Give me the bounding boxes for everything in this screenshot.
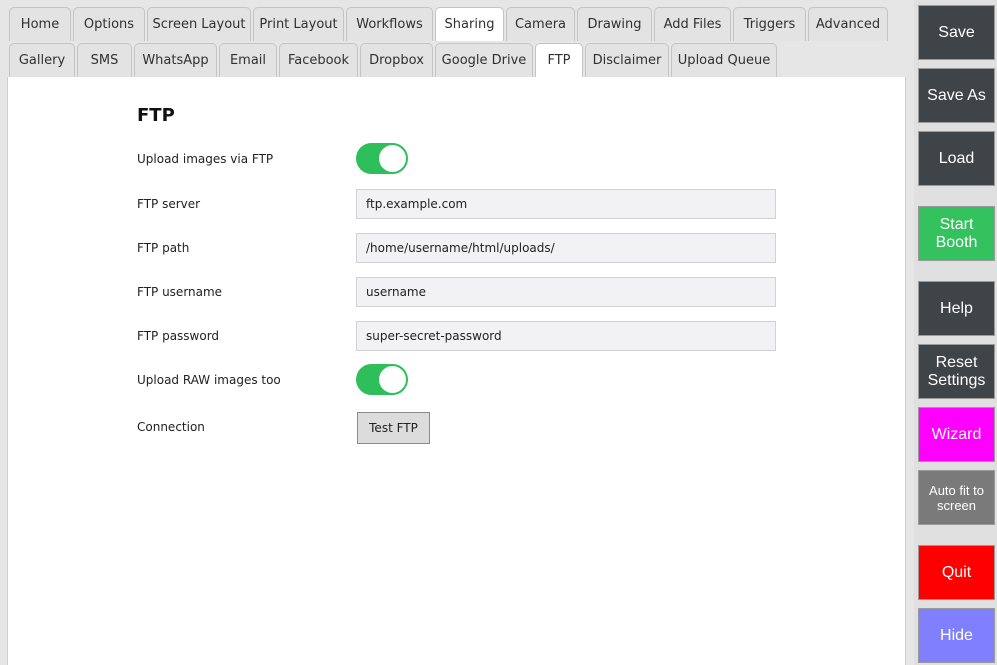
ftp-path-label: FTP path — [137, 241, 190, 255]
hide-button[interactable]: Hide — [918, 608, 995, 663]
action-sidebar: Save Save As Load Start Booth Help Reset… — [914, 0, 997, 665]
tab-options[interactable]: Options — [73, 7, 145, 41]
sharing-subtab-bar: Gallery SMS WhatsApp Email Facebook Drop… — [9, 43, 779, 77]
tab-sharing[interactable]: Sharing — [435, 7, 504, 41]
ftp-server-input[interactable] — [356, 189, 776, 219]
upload-raw-label: Upload RAW images too — [137, 373, 281, 387]
tab-triggers[interactable]: Triggers — [733, 7, 806, 41]
tab-home[interactable]: Home — [9, 7, 71, 41]
connection-label: Connection — [137, 420, 205, 434]
load-button[interactable]: Load — [918, 131, 995, 186]
app-window: Home Options Screen Layout Print Layout … — [0, 0, 997, 665]
subtab-upload-queue[interactable]: Upload Queue — [671, 43, 777, 77]
quit-button[interactable]: Quit — [918, 545, 995, 600]
subtab-ftp[interactable]: FTP — [535, 43, 583, 77]
tab-drawing[interactable]: Drawing — [577, 7, 652, 41]
ftp-password-label: FTP password — [137, 329, 220, 343]
tab-advanced[interactable]: Advanced — [808, 7, 888, 41]
start-booth-button[interactable]: Start Booth — [918, 206, 995, 261]
subtab-facebook[interactable]: Facebook — [279, 43, 358, 77]
ftp-password-input[interactable] — [356, 321, 776, 351]
upload-images-label: Upload images via FTP — [137, 152, 274, 166]
subtab-disclaimer[interactable]: Disclaimer — [585, 43, 669, 77]
upload-images-toggle[interactable] — [356, 143, 408, 174]
main-tab-bar: Home Options Screen Layout Print Layout … — [9, 7, 890, 41]
tab-camera[interactable]: Camera — [506, 7, 575, 41]
toggle-knob — [379, 366, 406, 393]
subtab-whatsapp[interactable]: WhatsApp — [134, 43, 217, 77]
test-ftp-button[interactable]: Test FTP — [357, 412, 430, 444]
ftp-username-label: FTP username — [137, 285, 223, 299]
toggle-knob — [379, 145, 406, 172]
tab-add-files[interactable]: Add Files — [654, 7, 731, 41]
save-as-button[interactable]: Save As — [918, 68, 995, 123]
ftp-path-input[interactable] — [356, 233, 776, 263]
section-title: FTP — [137, 105, 175, 126]
subtab-dropbox[interactable]: Dropbox — [360, 43, 433, 77]
settings-panel: Home Options Screen Layout Print Layout … — [0, 0, 914, 665]
tab-workflows[interactable]: Workflows — [346, 7, 433, 41]
tab-print-layout[interactable]: Print Layout — [253, 7, 344, 41]
ftp-server-label: FTP server — [137, 197, 201, 211]
subtab-gallery[interactable]: Gallery — [9, 43, 75, 77]
upload-raw-toggle[interactable] — [356, 364, 408, 395]
wizard-button[interactable]: Wizard — [918, 407, 995, 462]
reset-settings-button[interactable]: Reset Settings — [918, 344, 995, 399]
subtab-google-drive[interactable]: Google Drive — [435, 43, 533, 77]
ftp-username-input[interactable] — [356, 277, 776, 307]
auto-fit-button[interactable]: Auto fit to screen — [918, 470, 995, 525]
ftp-settings-content: FTP Upload images via FTP FTP server FTP… — [7, 77, 906, 665]
help-button[interactable]: Help — [918, 281, 995, 336]
save-button[interactable]: Save — [918, 5, 995, 60]
tab-screen-layout[interactable]: Screen Layout — [147, 7, 251, 41]
subtab-sms[interactable]: SMS — [77, 43, 132, 77]
subtab-email[interactable]: Email — [219, 43, 277, 77]
